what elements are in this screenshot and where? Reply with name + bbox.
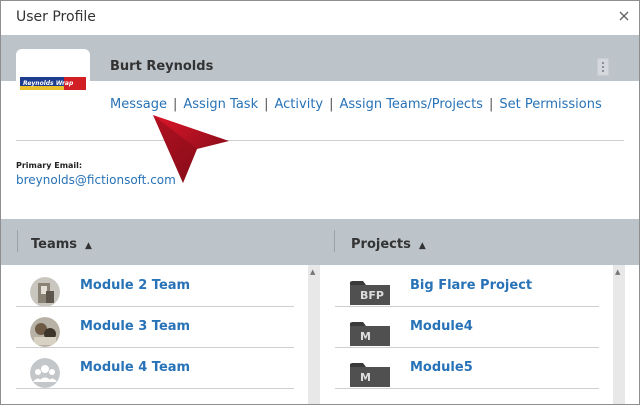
team-name[interactable]: Module 3 Team — [80, 319, 190, 334]
team-avatar — [30, 317, 60, 347]
separator: | — [264, 97, 269, 112]
profile-header-band — [1, 35, 639, 81]
email-label: Primary Email: — [16, 161, 83, 170]
group-placeholder-icon — [30, 358, 60, 388]
projects-column-header[interactable]: Projects ▲ — [351, 237, 426, 252]
column-divider — [17, 230, 18, 252]
folder-label: BFP — [360, 289, 384, 302]
list-item[interactable]: Module 3 Team — [16, 306, 308, 348]
separator: | — [329, 97, 334, 112]
kebab-dot — [602, 70, 604, 72]
list-item[interactable]: Module 4 Team — [16, 347, 308, 389]
column-divider — [334, 230, 335, 252]
set-permissions-link[interactable]: Set Permissions — [499, 97, 601, 112]
project-name[interactable]: Module5 — [410, 360, 473, 375]
list-header-bar — [1, 219, 639, 265]
user-profile-dialog: User Profile Reynolds Wrap Burt Reynolds… — [0, 0, 640, 405]
separator: | — [172, 97, 178, 112]
folder-label: M — [360, 371, 371, 384]
team-avatar — [30, 277, 60, 307]
row-divider — [16, 388, 294, 389]
teams-scrollbar[interactable]: ▲ — [308, 265, 320, 404]
teams-column-header[interactable]: Teams ▲ — [31, 237, 92, 252]
sort-ascending-icon[interactable]: ▲ — [419, 241, 426, 251]
scroll-up-icon[interactable]: ▲ — [310, 268, 315, 276]
projects-header-label: Projects — [351, 237, 411, 252]
team-name[interactable]: Module 2 Team — [80, 278, 190, 293]
list-item[interactable]: Module 2 Team — [16, 265, 308, 307]
assign-teams-projects-link[interactable]: Assign Teams/Projects — [340, 97, 483, 112]
list-item[interactable]: M Module5 — [335, 347, 613, 389]
dialog-title: User Profile — [16, 9, 96, 25]
section-divider — [16, 140, 624, 141]
teams-list: Module 2 Team Module 3 Team Module 4 Tea… — [16, 265, 308, 404]
separator: | — [488, 97, 494, 112]
more-options-button[interactable] — [597, 58, 609, 76]
sort-ascending-icon[interactable]: ▲ — [85, 241, 92, 251]
projects-list: BFP Big Flare Project M Module4 M Module… — [335, 265, 613, 404]
profile-name: Burt Reynolds — [110, 59, 214, 74]
projects-scrollbar[interactable]: ▲ — [613, 265, 625, 404]
kebab-dot — [602, 62, 604, 64]
title-bar: User Profile — [1, 1, 639, 35]
message-link[interactable]: Message — [110, 97, 167, 112]
list-item[interactable]: BFP Big Flare Project — [335, 265, 613, 307]
team-name[interactable]: Module 4 Team — [80, 360, 190, 375]
list-item[interactable]: M Module4 — [335, 306, 613, 348]
svg-text:Reynolds Wrap: Reynolds Wrap — [23, 80, 74, 87]
close-icon[interactable] — [617, 9, 631, 23]
activity-link[interactable]: Activity — [275, 97, 324, 112]
project-name[interactable]: Big Flare Project — [410, 278, 532, 293]
company-logo: Reynolds Wrap — [20, 77, 86, 90]
kebab-dot — [602, 66, 604, 68]
project-name[interactable]: Module4 — [410, 319, 473, 334]
profile-actions: Message | Assign Task | Activity | Assign Team… — [110, 97, 602, 112]
red-arrow-pointer-icon — [153, 115, 229, 183]
avatar: Reynolds Wrap — [16, 49, 90, 124]
row-divider — [335, 388, 599, 389]
folder-label: M — [360, 330, 371, 343]
teams-header-label: Teams — [31, 237, 78, 252]
scroll-up-icon[interactable]: ▲ — [615, 268, 620, 276]
assign-task-link[interactable]: Assign Task — [183, 97, 258, 112]
